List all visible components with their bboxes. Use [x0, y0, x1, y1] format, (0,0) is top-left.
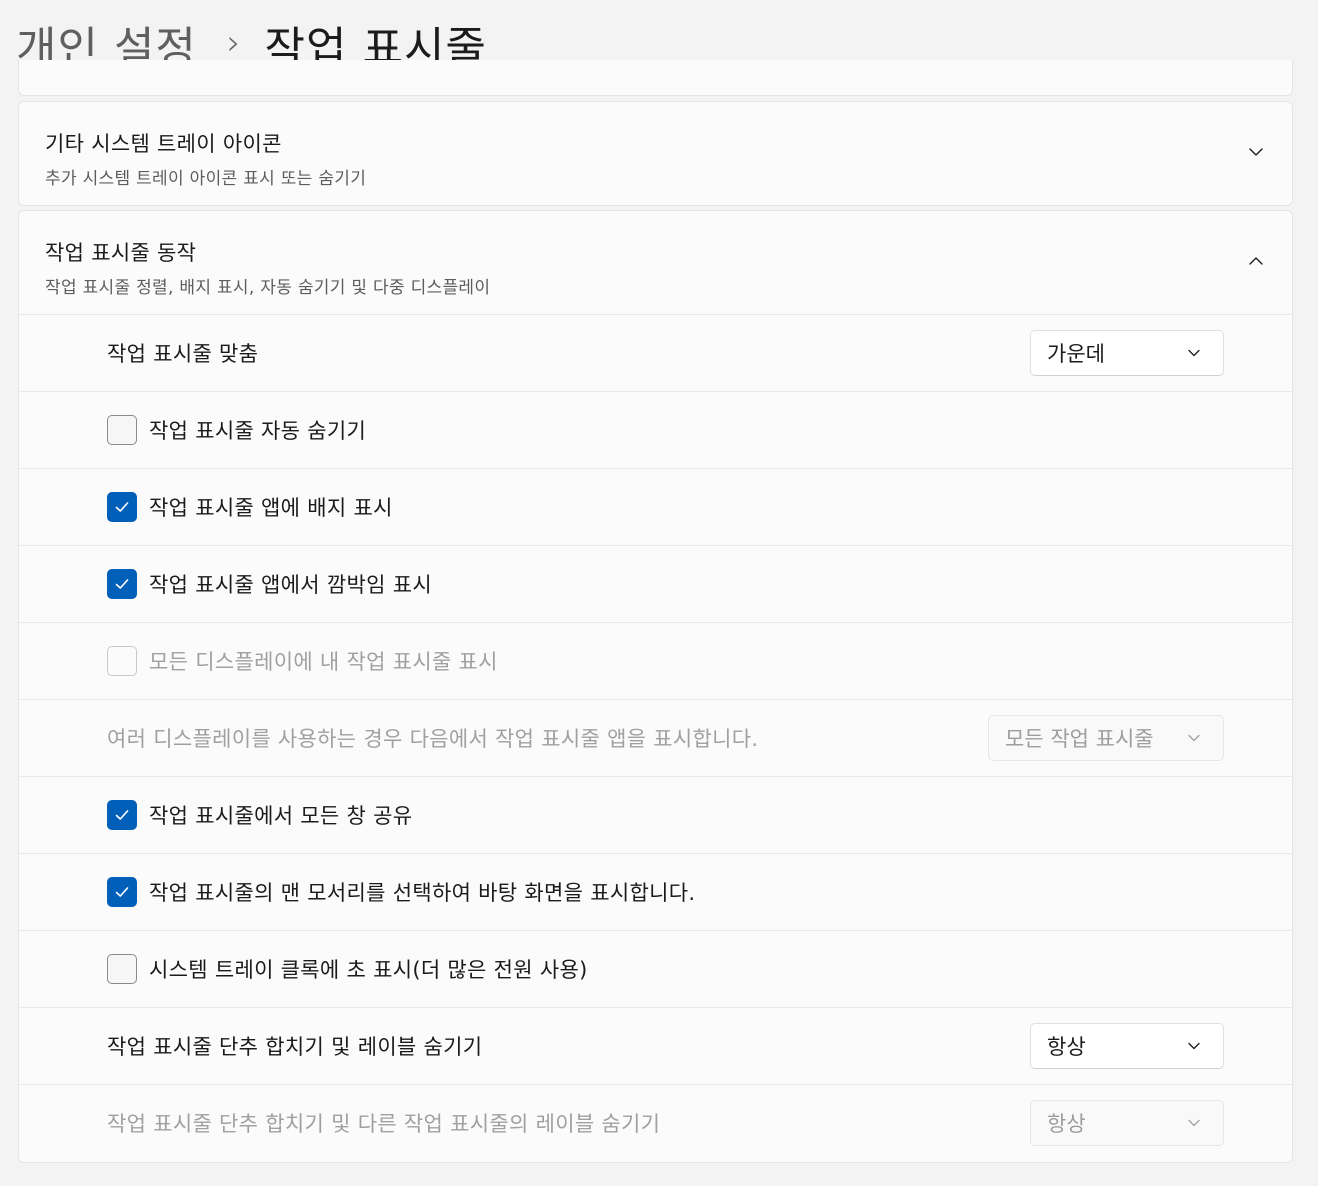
expander-title: 작업 표시줄 동작	[45, 241, 197, 265]
auto-hide-label[interactable]: 작업 표시줄 자동 숨기기	[149, 415, 366, 445]
setting-row-combine-other: 작업 표시줄 단추 합치기 및 다른 작업 표시줄의 레이블 숨기기 항상	[19, 1084, 1292, 1161]
share-windows-checkbox[interactable]	[107, 800, 137, 830]
setting-row-flashing[interactable]: 작업 표시줄 앱에서 깜박임 표시	[19, 545, 1292, 622]
seconds-clock-label[interactable]: 시스템 트레이 클록에 초 표시(더 많은 전원 사용)	[149, 954, 588, 984]
alignment-label: 작업 표시줄 맞춤	[107, 342, 259, 366]
share-windows-label[interactable]: 작업 표시줄에서 모든 창 공유	[149, 800, 412, 830]
checkmark-icon	[115, 502, 129, 512]
all-displays-checkbox	[107, 646, 137, 676]
combine-other-dropdown: 항상	[1030, 1100, 1224, 1146]
previous-expander-card[interactable]	[18, 60, 1293, 96]
setting-row-badges[interactable]: 작업 표시줄 앱에 배지 표시	[19, 468, 1292, 545]
badges-checkbox[interactable]	[107, 492, 137, 522]
multi-display-dropdown: 모든 작업 표시줄	[988, 715, 1224, 761]
far-corner-checkbox[interactable]	[107, 877, 137, 907]
expander-subtitle: 추가 시스템 트레이 아이콘 표시 또는 숨기기	[45, 169, 367, 189]
setting-row-far-corner[interactable]: 작업 표시줄의 맨 모서리를 선택하여 바탕 화면을 표시합니다.	[19, 853, 1292, 930]
checkmark-icon	[115, 810, 129, 820]
setting-row-combine-buttons: 작업 표시줄 단추 합치기 및 레이블 숨기기 항상	[19, 1007, 1292, 1084]
alignment-dropdown[interactable]: 가운데	[1030, 330, 1224, 376]
checkmark-icon	[115, 579, 129, 589]
setting-row-alignment: 작업 표시줄 맞춤 가운데	[19, 314, 1292, 391]
flashing-label[interactable]: 작업 표시줄 앱에서 깜박임 표시	[149, 569, 432, 599]
combine-other-dropdown-value: 항상	[1047, 1112, 1086, 1136]
chevron-down-icon[interactable]	[1248, 144, 1264, 160]
combine-buttons-label: 작업 표시줄 단추 합치기 및 레이블 숨기기	[107, 1035, 483, 1059]
chevron-down-icon	[1187, 346, 1201, 360]
expander-other-tray-icons[interactable]: 기타 시스템 트레이 아이콘 추가 시스템 트레이 아이콘 표시 또는 숨기기	[18, 101, 1293, 206]
auto-hide-checkbox[interactable]	[107, 415, 137, 445]
setting-row-share-windows[interactable]: 작업 표시줄에서 모든 창 공유	[19, 776, 1292, 853]
multi-display-dropdown-value: 모든 작업 표시줄	[1005, 727, 1154, 751]
expander-taskbar-behaviors[interactable]: 작업 표시줄 동작 작업 표시줄 정렬, 배지 표시, 자동 숨기기 및 다중 …	[18, 210, 1293, 1163]
flashing-checkbox[interactable]	[107, 569, 137, 599]
expander-header[interactable]: 작업 표시줄 동작 작업 표시줄 정렬, 배지 표시, 자동 숨기기 및 다중 …	[19, 211, 1292, 313]
checkmark-icon	[115, 887, 129, 897]
combine-buttons-dropdown-value: 항상	[1047, 1035, 1086, 1059]
expander-header[interactable]: 기타 시스템 트레이 아이콘 추가 시스템 트레이 아이콘 표시 또는 숨기기	[19, 102, 1292, 204]
chevron-up-icon[interactable]	[1248, 253, 1264, 269]
setting-row-auto-hide[interactable]: 작업 표시줄 자동 숨기기	[19, 391, 1292, 468]
far-corner-label[interactable]: 작업 표시줄의 맨 모서리를 선택하여 바탕 화면을 표시합니다.	[149, 877, 695, 907]
chevron-down-icon	[1187, 1039, 1201, 1053]
expander-subtitle: 작업 표시줄 정렬, 배지 표시, 자동 숨기기 및 다중 디스플레이	[45, 278, 491, 298]
expander-title: 기타 시스템 트레이 아이콘	[45, 132, 282, 156]
setting-row-multi-display: 여러 디스플레이를 사용하는 경우 다음에서 작업 표시줄 앱을 표시합니다. …	[19, 699, 1292, 776]
seconds-clock-checkbox[interactable]	[107, 954, 137, 984]
breadcrumb-separator-icon: ›	[226, 23, 241, 63]
setting-row-seconds-clock[interactable]: 시스템 트레이 클록에 초 표시(더 많은 전원 사용)	[19, 930, 1292, 1007]
badges-label[interactable]: 작업 표시줄 앱에 배지 표시	[149, 492, 393, 522]
multi-display-label: 여러 디스플레이를 사용하는 경우 다음에서 작업 표시줄 앱을 표시합니다.	[107, 727, 759, 751]
chevron-down-icon	[1187, 731, 1201, 745]
combine-other-label: 작업 표시줄 단추 합치기 및 다른 작업 표시줄의 레이블 숨기기	[107, 1112, 661, 1136]
setting-row-all-displays: 모든 디스플레이에 내 작업 표시줄 표시	[19, 622, 1292, 699]
combine-buttons-dropdown[interactable]: 항상	[1030, 1023, 1224, 1069]
chevron-down-icon	[1187, 1116, 1201, 1130]
alignment-dropdown-value: 가운데	[1047, 342, 1105, 366]
all-displays-label: 모든 디스플레이에 내 작업 표시줄 표시	[149, 650, 498, 674]
